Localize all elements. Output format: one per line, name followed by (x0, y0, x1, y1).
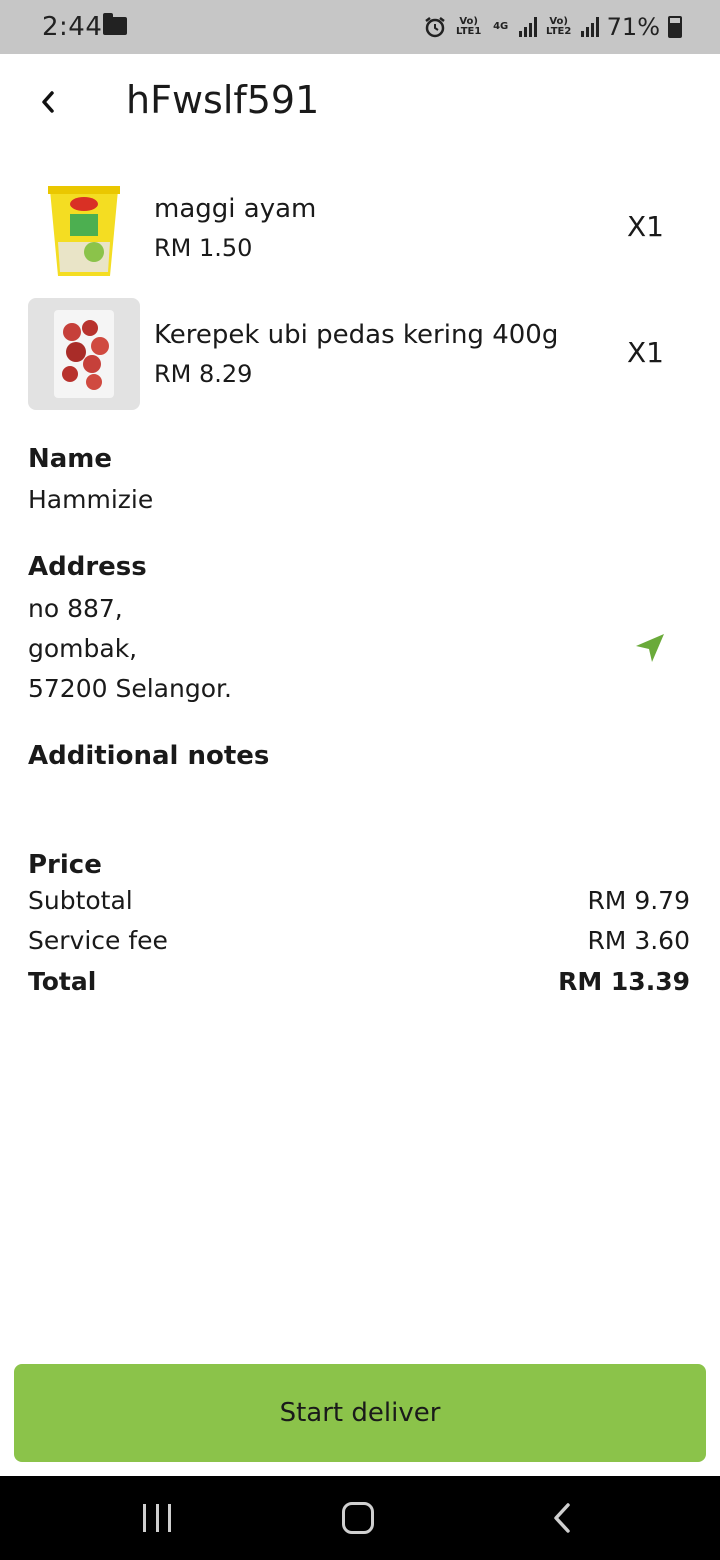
chevron-left-icon (42, 91, 54, 113)
signal-icon (580, 17, 599, 37)
recent-apps-button[interactable] (143, 1504, 171, 1532)
service-fee-label: Service fee (28, 926, 168, 955)
folder-icon (103, 13, 127, 35)
customer-name: Hammizie (28, 485, 154, 514)
system-back-button[interactable] (548, 1500, 578, 1536)
total-label: Total (28, 967, 97, 996)
price-label: Price (28, 850, 102, 880)
lte2-indicator: Vo) LTE2 (545, 16, 572, 37)
subtotal-value: RM 9.79 (587, 886, 690, 915)
chevron-left-icon (554, 1503, 570, 1533)
alarm-icon (424, 17, 445, 38)
status-time: 2:44 (42, 12, 103, 42)
total-value: RM 13.39 (558, 967, 690, 996)
notes-label: Additional notes (28, 741, 270, 771)
app-header: hFwslf591 (0, 54, 720, 154)
item-name: maggi ayam (154, 194, 317, 224)
item-quantity: X1 (627, 336, 664, 369)
battery-percent: 71% (606, 13, 660, 41)
status-bar: 2:44 Vo) LTE1 4G Vo) LTE2 71% (0, 0, 720, 54)
name-label: Name (28, 444, 113, 474)
order-id-title: hFwslf591 (126, 78, 320, 122)
order-item: Kerepek ubi pedas kering 400g RM 8.29 X1 (28, 298, 692, 410)
order-item: maggi ayam RM 1.50 X1 (28, 172, 692, 284)
lte1-indicator: Vo) LTE1 (455, 16, 482, 37)
signal-icon (518, 17, 537, 37)
address-line: no 887, (28, 594, 123, 623)
chips-bag-image (28, 298, 140, 410)
navigate-icon[interactable] (630, 628, 670, 668)
home-button[interactable] (342, 1502, 374, 1534)
address-label: Address (28, 552, 147, 582)
item-price: RM 1.50 (154, 234, 253, 262)
back-button[interactable] (28, 82, 68, 122)
start-deliver-button[interactable]: Start deliver (14, 1364, 706, 1462)
item-name: Kerepek ubi pedas kering 400g (154, 320, 559, 350)
service-fee-value: RM 3.60 (587, 926, 690, 955)
address-line: gombak, (28, 634, 138, 663)
subtotal-label: Subtotal (28, 886, 133, 915)
item-quantity: X1 (627, 210, 664, 243)
maggi-cup-image (28, 172, 140, 284)
status-indicators: Vo) LTE1 4G Vo) LTE2 71% (423, 10, 682, 44)
network-type: 4G (493, 21, 509, 32)
subtotal-row: Subtotal RM 9.79 (28, 886, 692, 926)
battery-icon (668, 16, 682, 38)
system-nav-bar (0, 1476, 720, 1560)
address-line: 57200 Selangor. (28, 674, 232, 703)
item-price: RM 8.29 (154, 360, 253, 388)
total-row: Total RM 13.39 (28, 967, 692, 1007)
service-fee-row: Service fee RM 3.60 (28, 926, 692, 966)
